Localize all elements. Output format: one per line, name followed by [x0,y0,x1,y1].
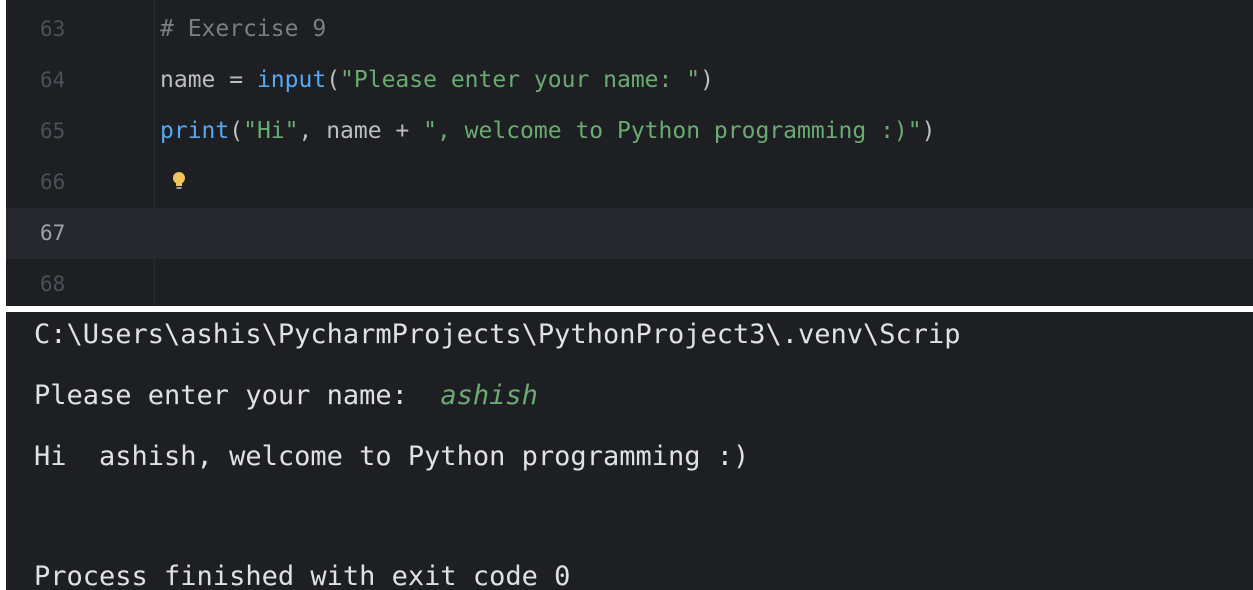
code-line-68[interactable]: 68 [6,259,1253,306]
paren-token: ( [326,67,341,93]
paren-token: ) [921,118,936,144]
console-command-line: C:\Users\ashis\PycharmProjects\PythonPro… [34,319,961,350]
plain-token: , name + [298,118,424,144]
function-token: input [256,67,327,93]
paren-token: ) [700,67,714,93]
screenshot: 63 # Exercise 9 64 name = input("Please … [0,0,1253,590]
console-prompt-line: Please enter your name: ashish [34,373,538,419]
line-number[interactable]: 67 [40,208,65,259]
lightbulb-icon[interactable] [172,171,186,193]
console-user-input: ashish [440,380,538,411]
string-token: ", welcome to Python programming :)" [423,118,922,144]
comment-token: # Exercise 9 [160,16,327,42]
console-prompt: Please enter your name: [34,380,441,411]
line-number[interactable]: 65 [40,106,65,157]
code-text[interactable]: name = input("Please enter your name: ") [160,55,714,106]
run-console[interactable]: C:\Users\ashis\PycharmProjects\PythonPro… [6,312,1253,590]
line-number[interactable]: 68 [40,259,65,306]
code-text[interactable]: # Exercise 9 [160,4,326,55]
code-line-67[interactable]: 67 [6,208,1253,259]
line-number[interactable]: 64 [40,55,65,106]
string-token: "Hi" [243,118,299,144]
function-token: print [160,118,230,144]
code-line-63[interactable]: 63 # Exercise 9 [6,4,1253,55]
plain-token: name = [160,67,257,93]
paren-token: ( [229,118,244,144]
code-editor[interactable]: 63 # Exercise 9 64 name = input("Please … [6,0,1253,306]
code-text[interactable]: print("Hi", name + ", welcome to Python … [160,106,935,157]
line-number[interactable]: 63 [40,4,65,55]
console-exit-message: Process finished with exit code 0 [34,561,571,590]
code-line-65[interactable]: 65 print("Hi", name + ", welcome to Pyth… [6,106,1253,157]
console-output-line: Hi ashish, welcome to Python programming… [34,441,750,472]
string-token: "Please enter your name: " [340,67,701,93]
code-line-66[interactable]: 66 [6,157,1253,208]
code-line-64[interactable]: 64 name = input("Please enter your name:… [6,55,1253,106]
line-number[interactable]: 66 [40,157,65,208]
